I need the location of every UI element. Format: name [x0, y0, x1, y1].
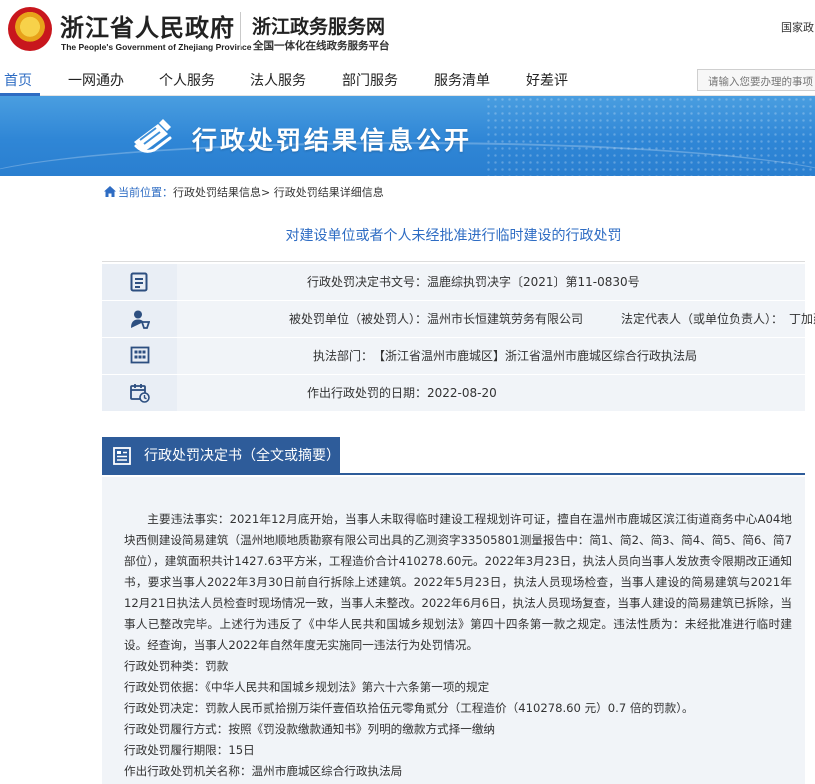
breadcrumb: 当前位置：行政处罚结果信息> 行政处罚结果详细信息 [104, 184, 384, 200]
book-pen-icon [134, 119, 172, 153]
penalty-decision-line: 行政处罚决定：罚款人民币贰拾捌万柒仟壹佰玖拾伍元零角贰分（工程造价（410278… [124, 701, 694, 715]
punished-party-label: 被处罚单位（被处罚人）： [288, 312, 427, 326]
decision-date-value: 2022-08-20 [427, 386, 497, 400]
nav-item-service-list[interactable]: 服务清单 [434, 70, 490, 90]
info-row-enforcement-dept: 执法部门： 【浙江省温州市鹿城区】浙江省温州市鹿城区综合行政执法局 [102, 338, 805, 375]
building-icon [130, 346, 150, 364]
info-icon-cell [102, 264, 177, 300]
section-header: 行政处罚决定书（全文或摘要） [102, 437, 805, 475]
document-icon [130, 272, 148, 292]
breadcrumb-link-results[interactable]: 行政处罚结果信息 [173, 186, 261, 199]
calendar-icon [130, 384, 150, 403]
breadcrumb-current-page: 行政处罚结果详细信息 [273, 186, 384, 199]
main-nav: 首页 一网通办 个人服务 法人服务 部门服务 服务清单 好差评 [0, 62, 815, 96]
info-text-cell: 被处罚单位（被处罚人）： 温州市长恒建筑劳务有限公司 法定代表人（或单位负责人）… [177, 301, 815, 337]
decision-date-label: 作出行政处罚的日期： [306, 386, 427, 400]
nav-item-personal[interactable]: 个人服务 [159, 70, 215, 90]
main-facts-paragraph: 主要违法事实：2021年12月底开始，当事人未取得临时建设工程规划许可证，擅自在… [124, 512, 792, 652]
nav-item-department[interactable]: 部门服务 [342, 70, 398, 90]
site-header: ★ 浙江省人民政府 The People's Government of Zhe… [0, 0, 815, 62]
penalty-basis-line: 行政处罚依据：《中华人民共和国城乡规划法》第六十六条第一项的规定 [124, 680, 490, 694]
info-text-cell: 作出行政处罚的日期： 2022-08-20 [177, 375, 805, 411]
enforcement-dept-value: 【浙江省温州市鹿城区】浙江省温州市鹿城区综合行政执法局 [373, 349, 698, 363]
penalty-type-line: 行政处罚种类：罚款 [124, 659, 229, 673]
info-icon-cell [102, 375, 177, 411]
info-table: 行政处罚决定书文号： 温鹿综执罚决字〔2021〕第11-0830号 被处罚单位（… [102, 264, 815, 412]
payment-method-line: 行政处罚履行方式：按照《罚没款缴款通知书》列明的缴款方式择一缴纳 [124, 722, 496, 736]
info-row-decision-date: 作出行政处罚的日期： 2022-08-20 [102, 375, 805, 412]
header-divider [240, 12, 241, 50]
breadcrumb-separator: > [261, 186, 271, 199]
info-row-punished-party: 被处罚单位（被处罚人）： 温州市长恒建筑劳务有限公司 法定代表人（或单位负责人）… [102, 301, 815, 338]
search-box [697, 69, 815, 92]
search-input[interactable] [698, 72, 815, 92]
decision-content: 主要违法事实：2021年12月底开始，当事人未取得临时建设工程规划许可证，擅自在… [102, 477, 805, 784]
person-icon [131, 310, 150, 329]
home-icon [104, 186, 116, 197]
notice-icon [113, 447, 131, 465]
decision-number-value: 温鹿综执罚决字〔2021〕第11-0830号 [427, 275, 640, 289]
enforcement-dept-label: 执法部门： [312, 349, 373, 363]
top-link-national[interactable]: 国家政 [781, 19, 815, 35]
info-text-cell: 执法部门： 【浙江省温州市鹿城区】浙江省温州市鹿城区综合行政执法局 [177, 338, 805, 374]
detail-title: 对建设单位或者个人未经批准进行临时建设的行政处罚 [102, 212, 805, 262]
nav-item-evaluation[interactable]: 好差评 [526, 70, 568, 90]
breadcrumb-current-label: 当前位置： [118, 186, 173, 199]
legal-rep-value: 丁加建 [789, 312, 815, 326]
banner-title: 行政处罚结果信息公开 [192, 126, 473, 155]
national-emblem-icon[interactable]: ★ [8, 7, 52, 51]
payment-deadline-line: 行政处罚履行期限：15日 [124, 743, 255, 757]
issuing-authority-line: 作出行政处罚机关名称：温州市鹿城区综合行政执法局 [124, 764, 403, 778]
decision-number-label: 行政处罚决定书文号： [306, 275, 427, 289]
nav-item-one-stop[interactable]: 一网通办 [68, 70, 124, 90]
gov-name[interactable]: 浙江省人民政府 [60, 8, 235, 43]
info-row-decision-number: 行政处罚决定书文号： 温鹿综执罚决字〔2021〕第11-0830号 [102, 264, 805, 301]
nav-item-legal-entity[interactable]: 法人服务 [250, 70, 306, 90]
site-name[interactable]: 浙江政务服务网 [252, 12, 385, 39]
nav-item-home[interactable]: 首页 [4, 70, 32, 90]
section-tab: 行政处罚决定书（全文或摘要） [102, 437, 340, 475]
info-icon-cell [102, 338, 177, 374]
legal-rep-label: 法定代表人（或单位负责人）： [621, 312, 784, 326]
section-title: 行政处罚决定书（全文或摘要） [144, 448, 340, 464]
decision-text: 主要违法事实：2021年12月底开始，当事人未取得临时建设工程规划许可证，擅自在… [124, 509, 792, 782]
info-icon-cell [102, 301, 177, 337]
punished-party-value: 温州市长恒建筑劳务有限公司 [427, 312, 584, 326]
info-text-cell: 行政处罚决定书文号： 温鹿综执罚决字〔2021〕第11-0830号 [177, 264, 805, 300]
site-subtitle: 全国一体化在线政务服务平台 [253, 40, 390, 52]
gov-name-en[interactable]: The People's Government of Zhejiang Prov… [61, 42, 251, 52]
